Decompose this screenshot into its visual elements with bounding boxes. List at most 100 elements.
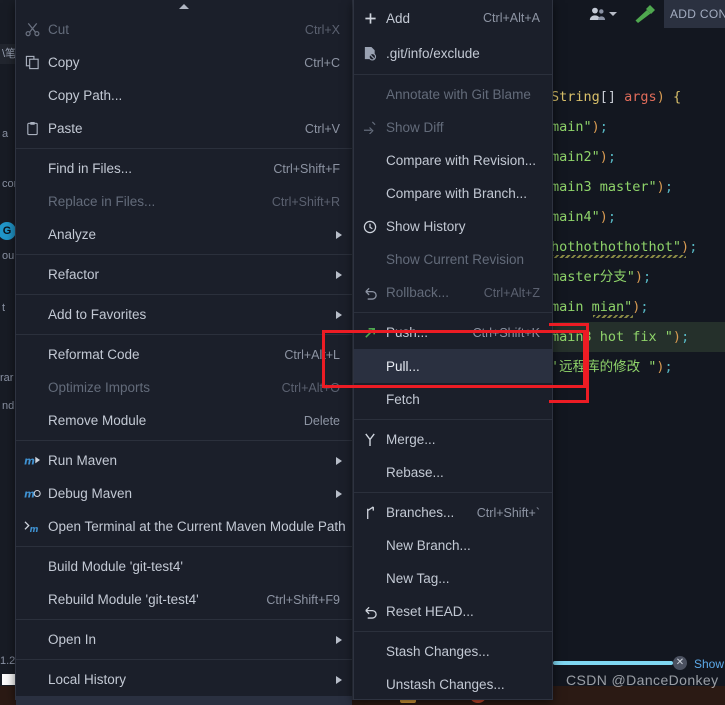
menu-scroll-up[interactable] — [16, 0, 352, 13]
menu-separator — [354, 312, 552, 313]
menu-separator — [354, 492, 552, 493]
menu-item-shortcut: Ctrl+Alt+Z — [483, 285, 540, 300]
hammer-icon[interactable] — [634, 4, 656, 24]
menu-item-git[interactable]: Git — [16, 696, 352, 705]
menu-item-compare-with-revision[interactable]: Compare with Revision... — [354, 144, 552, 177]
svg-text:m: m — [30, 524, 39, 534]
menu-item-label: Unstash Changes... — [386, 677, 505, 692]
menu-item-show-history[interactable]: Show History — [354, 210, 552, 243]
menu-item-remove-module[interactable]: Remove Module Delete — [16, 404, 352, 437]
chevron-right-icon — [336, 676, 342, 684]
menu-item-reformat-code[interactable]: Reformat Code Ctrl+Alt+L — [16, 338, 352, 371]
scissors-icon — [16, 22, 48, 37]
menu-item-compare-with-branch[interactable]: Compare with Branch... — [354, 177, 552, 210]
menu-item-find-in-files[interactable]: Find in Files... Ctrl+Shift+F — [16, 152, 352, 185]
menu-item-label: Fetch — [386, 392, 420, 407]
menu-item-analyze[interactable]: Analyze — [16, 218, 352, 251]
menu-item-label: Reformat Code — [48, 347, 140, 362]
strip-fragment-nd: nd — [2, 400, 15, 412]
menu-item-label: Rebuild Module 'git-test4' — [48, 592, 199, 607]
code-line: main3 master"); — [551, 179, 673, 195]
code-line: hothothothothot"); — [551, 232, 725, 262]
menu-item-optimize-imports[interactable]: Optimize Imports Ctrl+Alt+O — [16, 371, 352, 404]
menu-item-new-tag[interactable]: New Tag... — [354, 562, 552, 595]
plus-icon — [354, 12, 386, 25]
menu-item-label: Show Diff — [386, 120, 444, 135]
watermark: CSDN @DanceDonkey — [566, 672, 719, 688]
menu-item-build-module[interactable]: Build Module 'git-test4' — [16, 550, 352, 583]
menu-separator — [16, 546, 352, 547]
menu-item-show-current-revision[interactable]: Show Current Revision — [354, 243, 552, 276]
menu-item-fetch[interactable]: Fetch — [354, 383, 552, 416]
strip-fragment-rar: rar — [0, 372, 14, 384]
menu-item-replace-in-files[interactable]: Replace in Files... Ctrl+Shift+R — [16, 185, 352, 218]
menu-item-shortcut: Ctrl+Shift+F9 — [266, 592, 340, 607]
menu-item-label: Show History — [386, 219, 466, 234]
menu-item-stash-changes[interactable]: Stash Changes... — [354, 635, 552, 668]
chevron-right-icon — [336, 311, 342, 319]
code-line: main4"); — [551, 209, 617, 225]
clock-icon — [354, 220, 386, 234]
show-link[interactable]: Show — [694, 657, 724, 671]
people-icon[interactable] — [589, 6, 606, 22]
menu-item-label: Copy Path... — [48, 88, 123, 103]
menu-item-git-exclude[interactable]: .git/info/exclude — [354, 36, 552, 71]
menu-item-annotate-git-blame[interactable]: Annotate with Git Blame — [354, 78, 552, 111]
menu-item-unstash-changes[interactable]: Unstash Changes... — [354, 668, 552, 701]
svg-text:m: m — [24, 455, 35, 467]
menu-item-shortcut: Ctrl+X — [304, 22, 340, 37]
menu-item-paste[interactable]: Paste Ctrl+V — [16, 112, 352, 145]
menu-item-label: Debug Maven — [48, 486, 133, 501]
menu-item-label: Add to Favorites — [48, 307, 147, 322]
exclude-file-icon — [354, 46, 386, 61]
code-line: main mian"); — [551, 292, 725, 322]
menu-item-debug-maven[interactable]: m Debug Maven — [16, 477, 352, 510]
chevron-down-icon[interactable] — [609, 12, 617, 16]
menu-item-rollback[interactable]: Rollback... Ctrl+Alt+Z — [354, 276, 552, 309]
menu-item-shortcut: Ctrl+V — [304, 121, 340, 136]
add-configuration-button[interactable]: ADD CON — [664, 0, 725, 28]
menu-item-new-branch[interactable]: New Branch... — [354, 529, 552, 562]
menu-item-show-diff[interactable]: Show Diff — [354, 111, 552, 144]
menu-item-branches[interactable]: Branches... Ctrl+Shift+` — [354, 496, 552, 529]
menu-item-add[interactable]: Add Ctrl+Alt+A — [354, 0, 552, 36]
menu-item-refactor[interactable]: Refactor — [16, 258, 352, 291]
menu-item-copy[interactable]: Copy Ctrl+C — [16, 46, 352, 79]
menu-item-label: Compare with Branch... — [386, 186, 528, 201]
menu-item-run-maven[interactable]: m Run Maven — [16, 444, 352, 477]
editor-context-menu[interactable]: Cut Ctrl+X Copy Ctrl+C Copy Path... Past… — [15, 0, 353, 705]
menu-item-local-history[interactable]: Local History — [16, 663, 352, 696]
menu-item-open-in[interactable]: Open In — [16, 623, 352, 656]
close-icon[interactable]: ✕ — [673, 656, 687, 670]
menu-item-copy-path[interactable]: Copy Path... — [16, 79, 352, 112]
menu-item-label: Push... — [386, 325, 429, 340]
menu-item-rebuild-module[interactable]: Rebuild Module 'git-test4' Ctrl+Shift+F9 — [16, 583, 352, 616]
menu-item-merge[interactable]: Merge... — [354, 423, 552, 456]
code-line: '远程库的修改 "); — [551, 359, 673, 375]
menu-item-label: Compare with Revision... — [386, 153, 537, 168]
code-line: main2"); — [551, 149, 617, 165]
menu-item-label: Show Current Revision — [386, 252, 525, 267]
git-submenu[interactable]: Add Ctrl+Alt+A .git/info/exclude Annotat… — [353, 0, 553, 700]
menu-item-push[interactable]: Push... Ctrl+Shift+K — [354, 316, 552, 349]
menu-item-label: Cut — [48, 22, 70, 37]
menu-item-rebase[interactable]: Rebase... — [354, 456, 552, 489]
code-line: main"); — [551, 119, 608, 135]
chevron-right-icon — [336, 271, 342, 279]
menu-item-shortcut: Ctrl+Alt+L — [284, 347, 340, 362]
maven-debug-icon: m — [16, 486, 48, 501]
menu-item-label: Reset HEAD... — [386, 604, 474, 619]
merge-icon — [354, 432, 386, 447]
menu-separator — [16, 148, 352, 149]
menu-item-cut[interactable]: Cut Ctrl+X — [16, 13, 352, 46]
menu-item-pull[interactable]: Pull... — [354, 349, 552, 383]
menu-item-shortcut: Ctrl+Shift+` — [476, 505, 540, 520]
code-line: String[] args) { — [551, 89, 682, 105]
menu-item-shortcut: Delete — [303, 413, 340, 428]
menu-item-label: Stash Changes... — [386, 644, 490, 659]
code-line-highlighted: main3 hot fix "); — [551, 322, 725, 352]
menu-separator — [354, 631, 552, 632]
menu-item-reset-head[interactable]: Reset HEAD... — [354, 595, 552, 628]
menu-item-open-terminal[interactable]: m Open Terminal at the Current Maven Mod… — [16, 510, 352, 543]
menu-item-add-to-favorites[interactable]: Add to Favorites — [16, 298, 352, 331]
